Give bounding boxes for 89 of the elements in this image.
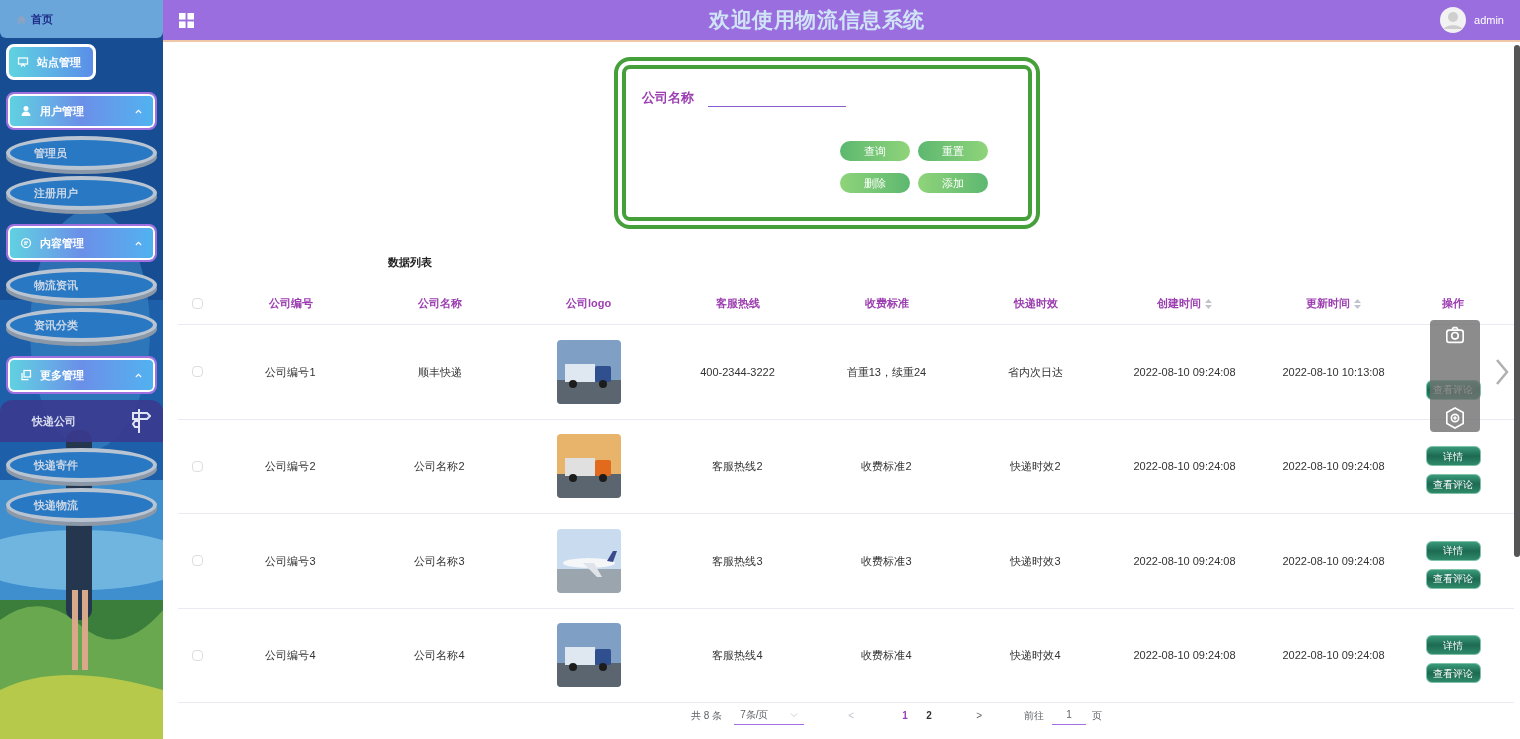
action-button[interactable]: 重置	[917, 141, 988, 161]
total-count: 共 8 条	[691, 708, 723, 723]
action-button[interactable]: 删除	[839, 173, 910, 193]
column-header: 公司名称	[417, 296, 462, 312]
table-action-button[interactable]: 查看评论	[1425, 568, 1481, 589]
table-cell-text: 2022-08-10 10:13:08	[1282, 364, 1385, 380]
copy-icon	[20, 369, 32, 381]
table-action-button[interactable]: 查看评论	[1425, 474, 1481, 495]
table-cell-text: 400-2344-3222	[700, 364, 775, 380]
chevron-icon	[134, 370, 143, 380]
table-cell-text: 公司名称4	[414, 648, 465, 663]
sidebar-item[interactable]: 站点管理	[6, 44, 96, 80]
table-cell-text: 快递时效4	[1010, 648, 1061, 663]
table-cell-text: 快递时效2	[1010, 459, 1061, 474]
home-link[interactable]: 首页	[0, 0, 163, 38]
column-header: 公司编号	[268, 296, 313, 312]
action-button[interactable]: 查询	[839, 141, 910, 161]
field-label: 公司名称	[641, 88, 694, 107]
table-action-button[interactable]: 详情	[1425, 540, 1481, 561]
table-cell-text: 2022-08-10 09:24:08	[1133, 364, 1236, 380]
table-action-button[interactable]: 查看评论	[1425, 663, 1481, 684]
row-checkbox[interactable]	[191, 555, 203, 567]
page-size-select[interactable]: 7条/页	[734, 705, 805, 725]
column-header: 操作	[1442, 296, 1464, 312]
dropdown-icon	[790, 710, 799, 719]
row-checkbox[interactable]	[191, 460, 203, 472]
table-cell-text: 客服热线3	[712, 553, 763, 569]
table-cell-text: 2022-08-10 09:24:08	[1133, 553, 1236, 569]
signpost-icon	[131, 407, 151, 435]
action-button[interactable]: 添加	[917, 173, 988, 193]
sidebar-group-header[interactable]: 更多管理	[6, 356, 157, 394]
scrollbar-thumb[interactable]	[1514, 45, 1520, 557]
chevron-icon	[134, 238, 143, 248]
goto-suffix: 页	[1092, 708, 1103, 723]
hexagon-plus-icon[interactable]	[1445, 407, 1465, 429]
table-cell-text: 顺丰快递	[417, 364, 462, 380]
column-header: 客服热线	[715, 296, 760, 312]
chevron-icon	[134, 106, 143, 116]
goto-label: 前往	[1024, 708, 1045, 723]
chat-icon	[20, 237, 32, 249]
table-cell-text: 2022-08-10 09:24:08	[1282, 648, 1385, 663]
table-cell-text: 公司编号2	[265, 459, 316, 474]
table-cell-text: 收费标准2	[861, 459, 912, 474]
column-header: 公司logo	[565, 296, 612, 312]
table-cell-text: 公司编号3	[265, 553, 316, 569]
table-cell-text: 收费标准3	[861, 553, 912, 569]
sort-icon[interactable]	[1354, 298, 1361, 309]
page-button[interactable]: 1	[898, 707, 913, 723]
sidebar-subitem[interactable]: 快递公司	[0, 400, 163, 442]
table-cell-text: 首重13，续重24	[846, 364, 927, 380]
page-title: 欢迎使用物流信息系统	[709, 7, 925, 34]
column-header[interactable]: 更新时间	[1306, 295, 1350, 312]
column-header: 收费标准	[864, 296, 909, 312]
table-cell-text: 2022-08-10 09:24:08	[1133, 459, 1236, 474]
table-cell-text: 省内次日达	[1008, 364, 1063, 380]
row-checkbox[interactable]	[191, 366, 203, 378]
column-header[interactable]: 创建时间	[1157, 295, 1201, 312]
sort-icon[interactable]	[1205, 298, 1212, 309]
page-button[interactable]: 2	[922, 707, 937, 723]
table-cell-text: 公司编号4	[265, 648, 316, 663]
select-all-checkbox[interactable]	[191, 298, 203, 309]
table-cell-text: 公司名称3	[414, 553, 465, 569]
table-cell-text: 2022-08-10 09:24:08	[1133, 648, 1236, 663]
table-cell-text: 客服热线4	[712, 648, 763, 663]
table-action-button[interactable]: 详情	[1425, 635, 1481, 656]
table-cell-text: 快递时效3	[1010, 553, 1061, 569]
next-page-button[interactable]: >	[972, 707, 987, 723]
goto-page-field[interactable]: 1	[1052, 705, 1087, 725]
table-action-button[interactable]: 详情	[1425, 446, 1481, 467]
table-cell-text: 2022-08-10 09:24:08	[1282, 459, 1385, 474]
row-checkbox[interactable]	[191, 649, 203, 661]
table-cell-text: 2022-08-10 09:24:08	[1282, 553, 1385, 569]
column-header: 快递时效	[1013, 296, 1058, 312]
sidebar-group-header[interactable]: 内容管理	[6, 224, 157, 262]
sidebar-group-header[interactable]: 用户管理	[6, 92, 157, 130]
table-cell-text: 公司名称2	[414, 459, 465, 474]
monitor-icon	[17, 56, 29, 68]
table-cell-text: 公司编号1	[265, 364, 316, 380]
chevron-right-icon[interactable]	[1494, 358, 1510, 386]
avatar-icon[interactable]	[1440, 7, 1467, 33]
user-name: admin	[1474, 12, 1504, 28]
grid-menu-icon[interactable]	[179, 12, 194, 28]
user-icon	[20, 105, 32, 117]
home-icon	[16, 13, 27, 25]
list-title: 数据列表	[388, 256, 432, 268]
table-cell-text: 收费标准4	[861, 648, 912, 663]
table-cell-text: 客服热线2	[712, 459, 763, 474]
camera-icon[interactable]	[1445, 326, 1465, 344]
prev-page-button[interactable]: <	[844, 707, 859, 723]
